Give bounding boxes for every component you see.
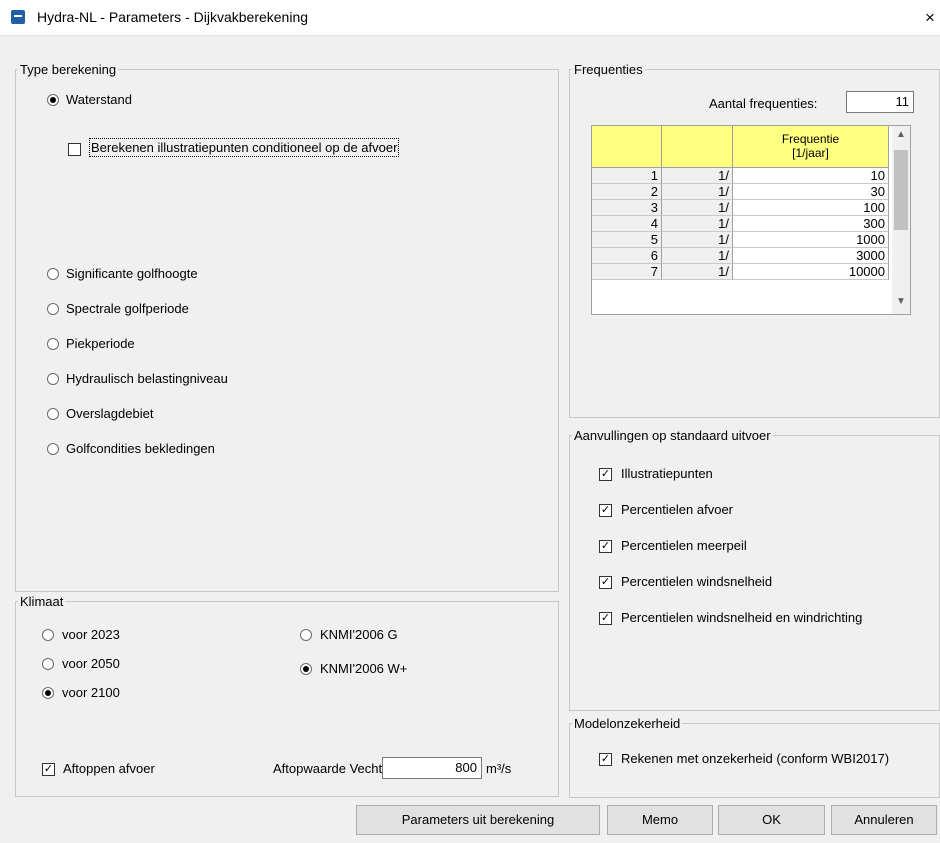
grid-header-frequentie[interactable]: Frequentie [1/jaar]: [733, 126, 889, 168]
checkbox-aanvulling[interactable]: ✓: [599, 576, 612, 589]
grid-cell-frequentie[interactable]: 10: [733, 168, 889, 184]
grid-header-frequentie-label: Frequentie [1/jaar]: [781, 132, 840, 160]
radio-voor-2100[interactable]: [42, 687, 54, 699]
radio-golfcondities-bekledingen[interactable]: [47, 443, 59, 455]
frequenties-grid[interactable]: Frequentie [1/jaar] 1 1/10 2 1/30 3 1/100 4 1/3…: [591, 125, 911, 315]
radio-piekperiode[interactable]: [47, 338, 59, 350]
grid-cell-prefix: 1/: [662, 264, 733, 280]
aantal-frequenties-input[interactable]: 11: [846, 91, 914, 113]
radio-knmi-g-label[interactable]: KNMI'2006 G: [320, 627, 398, 642]
aftopwaarde-label: Aftopwaarde Vecht:: [273, 761, 386, 776]
modelonzekerheid-legend: Modelonzekerheid: [574, 716, 681, 731]
aantal-frequenties-label: Aantal frequenties:: [709, 96, 818, 111]
radio-knmi-w-plus[interactable]: [300, 663, 312, 675]
checkbox-aanvulling-label[interactable]: Percentielen windsnelheid en windrichtin…: [621, 610, 862, 625]
radio-significante-golfhoogte-label[interactable]: Significante golfhoogte: [66, 266, 198, 281]
scroll-up-icon[interactable]: ▲: [892, 129, 910, 140]
radio-spectrale-golfperiode[interactable]: [47, 303, 59, 315]
checkbox-illustratie-conditioneel[interactable]: [68, 143, 81, 156]
ok-label: OK: [762, 812, 781, 827]
grid-cell-frequentie[interactable]: 100: [733, 200, 889, 216]
radio-hydraulisch-belastingniveau-label[interactable]: Hydraulisch belastingniveau: [66, 371, 228, 386]
type-berekening-legend: Type berekening: [20, 62, 117, 77]
grid-cell-rownum: 3: [592, 200, 662, 216]
radio-golfcondities-bekledingen-label[interactable]: Golfcondities bekledingen: [66, 441, 215, 456]
radio-overslagdebiet-label[interactable]: Overslagdebiet: [66, 406, 153, 421]
app-icon: [11, 10, 25, 24]
checkbox-illustratie-conditioneel-label[interactable]: Berekenen illustratiepunten conditioneel…: [88, 138, 400, 157]
checkbox-aanvulling[interactable]: ✓: [599, 468, 612, 481]
radio-voor-2100-label[interactable]: voor 2100: [62, 685, 120, 700]
annuleren-button[interactable]: Annuleren: [831, 805, 937, 835]
memo-label: Memo: [641, 812, 679, 827]
radio-spectrale-golfperiode-label[interactable]: Spectrale golfperiode: [66, 301, 189, 316]
checkbox-aanvulling-label[interactable]: Percentielen afvoer: [621, 502, 733, 517]
radio-knmi-g[interactable]: [300, 629, 312, 641]
grid-cell-rownum: 1: [592, 168, 662, 184]
checkbox-aanvulling[interactable]: ✓: [599, 504, 612, 517]
checkbox-rekenen-onzekerheid[interactable]: ✓: [599, 753, 612, 766]
grid-cell-prefix: 1/: [662, 232, 733, 248]
title-bar: Hydra-NL - Parameters - Dijkvakberekenin…: [0, 0, 940, 36]
aftopwaarde-input[interactable]: 800: [382, 757, 482, 779]
grid-cell-prefix: 1/: [662, 248, 733, 264]
radio-overslagdebiet[interactable]: [47, 408, 59, 420]
grid-cell-prefix: 1/: [662, 184, 733, 200]
scroll-thumb[interactable]: [894, 150, 908, 230]
grid-cell-prefix: 1/: [662, 168, 733, 184]
grid-cell-prefix: 1/: [662, 216, 733, 232]
grid-cell-rownum: 4: [592, 216, 662, 232]
window-title: Hydra-NL - Parameters - Dijkvakberekenin…: [37, 9, 309, 25]
radio-waterstand-label[interactable]: Waterstand: [66, 92, 132, 107]
radio-waterstand[interactable]: [47, 94, 59, 106]
radio-voor-2050-label[interactable]: voor 2050: [62, 656, 120, 671]
parameters-uit-berekening-button[interactable]: Parameters uit berekening: [356, 805, 600, 835]
ok-button[interactable]: OK: [718, 805, 825, 835]
checkbox-rekenen-onzekerheid-label[interactable]: Rekenen met onzekerheid (conform WBI2017…: [621, 751, 889, 766]
klimaat-legend: Klimaat: [20, 594, 64, 609]
radio-voor-2023-label[interactable]: voor 2023: [62, 627, 120, 642]
checkbox-aanvulling-label[interactable]: Percentielen meerpeil: [621, 538, 747, 553]
aanvullingen-legend: Aanvullingen op standaard uitvoer: [574, 428, 771, 443]
aftopwaarde-unit: m³/s: [486, 761, 512, 776]
grid-cell-rownum: 6: [592, 248, 662, 264]
radio-knmi-w-plus-label[interactable]: KNMI'2006 W+: [320, 661, 407, 676]
scroll-down-icon[interactable]: ▼: [892, 296, 910, 307]
close-button[interactable]: ×: [920, 0, 940, 35]
grid-cell-rownum: 7: [592, 264, 662, 280]
radio-voor-2023[interactable]: [42, 629, 54, 641]
checkbox-aanvulling-label[interactable]: Illustratiepunten: [621, 466, 713, 481]
grid-cell-frequentie[interactable]: 10000: [733, 264, 889, 280]
grid-header-rownum: [592, 126, 662, 168]
radio-significante-golfhoogte[interactable]: [47, 268, 59, 280]
checkbox-aanvulling[interactable]: ✓: [599, 612, 612, 625]
grid-cell-frequentie[interactable]: 3000: [733, 248, 889, 264]
annuleren-label: Annuleren: [854, 812, 914, 827]
grid-cell-frequentie[interactable]: 1000: [733, 232, 889, 248]
grid-cell-rownum: 2: [592, 184, 662, 200]
checkbox-aftoppen-afvoer[interactable]: ✓: [42, 763, 55, 776]
checkbox-aftoppen-afvoer-label[interactable]: Aftoppen afvoer: [63, 761, 155, 776]
radio-voor-2050[interactable]: [42, 658, 54, 670]
grid-cell-prefix: 1/: [662, 200, 733, 216]
checkbox-aanvulling[interactable]: ✓: [599, 540, 612, 553]
radio-hydraulisch-belastingniveau[interactable]: [47, 373, 59, 385]
grid-header-prefix: [662, 126, 733, 168]
frequenties-scrollbar[interactable]: ▲ ▼: [892, 126, 910, 314]
grid-cell-rownum: 5: [592, 232, 662, 248]
parameters-uit-berekening-label: Parameters uit berekening: [401, 812, 555, 827]
frequenties-legend: Frequenties: [574, 62, 643, 77]
memo-button[interactable]: Memo: [607, 805, 713, 835]
grid-cell-frequentie[interactable]: 30: [733, 184, 889, 200]
checkbox-aanvulling-label[interactable]: Percentielen windsnelheid: [621, 574, 772, 589]
radio-piekperiode-label[interactable]: Piekperiode: [66, 336, 135, 351]
grid-cell-frequentie[interactable]: 300: [733, 216, 889, 232]
